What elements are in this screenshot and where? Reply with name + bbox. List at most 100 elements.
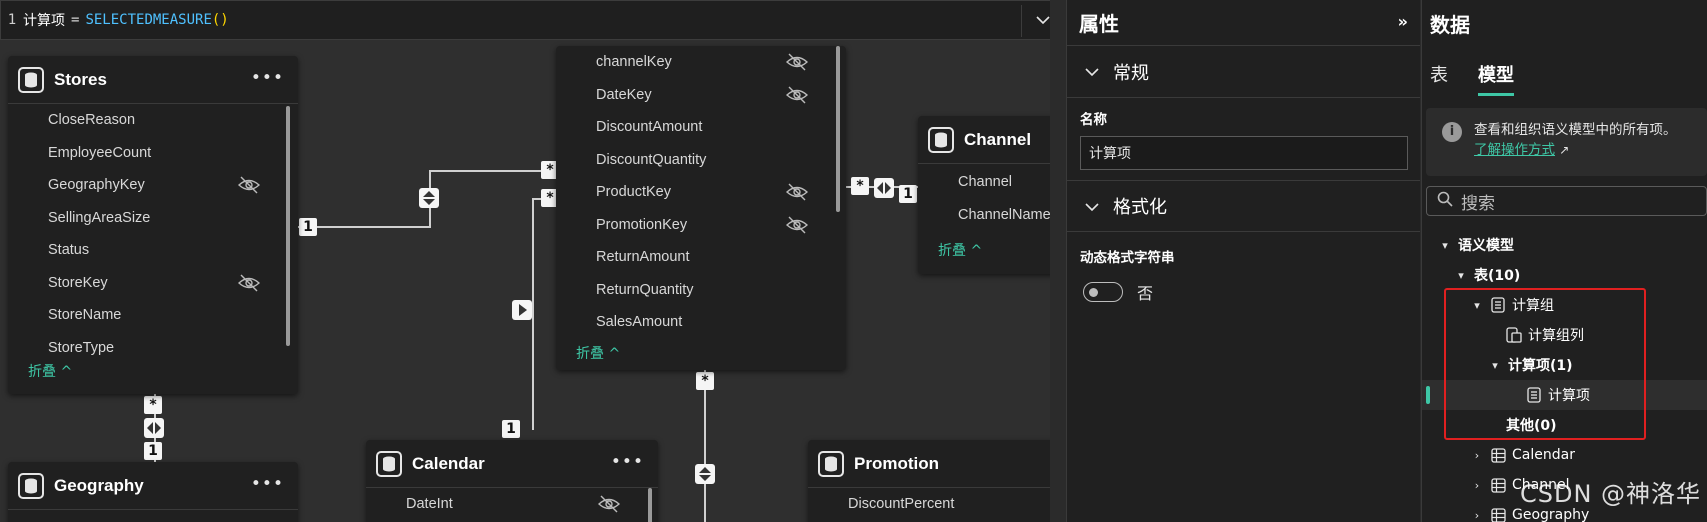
table-card-header[interactable]: Calendar •••: [366, 440, 658, 488]
field-item[interactable]: ProductKey: [556, 176, 846, 209]
field-item[interactable]: ChannelName: [918, 199, 1050, 232]
bidirectional-filter-icon[interactable]: [144, 418, 164, 438]
scrollbar[interactable]: [836, 46, 840, 212]
tab-tables[interactable]: 表: [1430, 54, 1448, 94]
chevron-down-icon: [1035, 13, 1050, 29]
search-input[interactable]: 搜索: [1426, 186, 1707, 216]
table-card-header[interactable]: Channel: [918, 116, 1050, 164]
promotion-table-card[interactable]: Promotion DiscountPercent: [808, 440, 1050, 522]
formula-operator: =: [71, 12, 80, 28]
table-card-header[interactable]: Promotion: [808, 440, 1050, 488]
more-options-icon[interactable]: •••: [251, 474, 284, 494]
field-item[interactable]: channelKey: [556, 46, 846, 79]
scrollbar[interactable]: [286, 106, 290, 346]
relationship-line[interactable]: [429, 170, 543, 172]
search-icon: [1437, 191, 1453, 212]
formula-parens: (): [211, 12, 229, 28]
general-section-header[interactable]: 常规: [1067, 46, 1420, 98]
field-item[interactable]: DiscountQuantity: [556, 144, 846, 177]
one-cardinality-badge: 1: [899, 185, 917, 203]
model-diagram-canvas[interactable]: 1 计算项 = SELECTEDMEASURE() 1 * * 1 * 1 * …: [0, 0, 1050, 522]
geography-table-card[interactable]: Geography •••: [8, 462, 298, 522]
field-item[interactable]: DateKey: [556, 79, 846, 112]
field-list: channelKey DateKey DiscountAmount Discou…: [556, 46, 846, 340]
data-pane-header: 数据: [1430, 12, 1470, 37]
field-item[interactable]: SellingAreaSize: [8, 202, 298, 235]
field-item[interactable]: ReturnAmount: [556, 241, 846, 274]
scrollbar[interactable]: [648, 488, 652, 522]
field-item[interactable]: Status: [8, 234, 298, 267]
line-number: 1: [7, 12, 17, 28]
dynamic-format-toggle[interactable]: [1083, 282, 1123, 302]
sales-table-card[interactable]: channelKey DateKey DiscountAmount Discou…: [556, 46, 846, 370]
field-item[interactable]: CloseReason: [8, 104, 298, 137]
database-table-icon: [18, 472, 44, 499]
bidirectional-filter-icon[interactable]: [695, 464, 715, 484]
one-cardinality-badge: 1: [144, 442, 162, 460]
field-item[interactable]: ReturnQuantity: [556, 274, 846, 307]
info-icon: i: [1442, 122, 1462, 142]
section-title: 格式化: [1113, 197, 1167, 218]
field-item[interactable]: DiscountPercent: [808, 488, 1050, 521]
field-item[interactable]: StoreType: [8, 332, 298, 359]
calendar-table-card[interactable]: Calendar ••• DateInt: [366, 440, 658, 522]
collapse-link[interactable]: 折叠 ^: [8, 358, 298, 384]
field-item[interactable]: GeographyKey: [8, 169, 298, 202]
tree-node-tables[interactable]: ▾ 表(10): [1422, 260, 1707, 290]
chevron-right-icon: ›: [1474, 448, 1480, 462]
name-field[interactable]: 计算项: [1080, 136, 1408, 170]
collapse-link[interactable]: 折叠 ^: [918, 237, 1050, 263]
bidirectional-filter-icon[interactable]: [874, 178, 894, 198]
bidirectional-filter-icon[interactable]: [419, 188, 439, 208]
table-title: Stores: [54, 69, 107, 89]
formula-measure-name: 计算项: [23, 13, 65, 29]
table-card-header[interactable]: Stores •••: [8, 56, 298, 104]
field-item[interactable]: StoreName: [8, 299, 298, 332]
dynamic-format-label: 动态格式字符串: [1080, 250, 1175, 266]
tree-node-calendar[interactable]: › Calendar: [1422, 440, 1707, 470]
more-options-icon[interactable]: •••: [251, 68, 284, 88]
properties-pane: 属性 » 常规 名称 计算项 格式化 动态格式字符串 否: [1066, 0, 1420, 522]
field-item[interactable]: StoreKey: [8, 267, 298, 300]
collapse-link[interactable]: 折叠 ^: [556, 340, 846, 366]
database-table-icon: [928, 126, 954, 153]
stores-table-card[interactable]: Stores ••• CloseReason EmployeeCount Geo…: [8, 56, 298, 394]
more-options-icon[interactable]: •••: [611, 452, 644, 472]
table-card-header[interactable]: Geography •••: [8, 462, 298, 510]
field-label: ProductKey: [596, 184, 671, 201]
table-title: Calendar: [412, 453, 485, 473]
table-title: Promotion: [854, 453, 939, 473]
field-item[interactable]: DiscountAmount: [556, 111, 846, 144]
field-item[interactable]: EmployeeCount: [8, 137, 298, 170]
field-list: DateInt: [366, 488, 658, 522]
info-text: 查看和组织语义模型中的所有项。: [1474, 122, 1677, 138]
collapse-pane-icon[interactable]: »: [1398, 12, 1408, 31]
tree-node-semantic-model[interactable]: ▾ 语义模型: [1422, 230, 1707, 260]
external-link-icon: ↗: [1559, 143, 1570, 157]
field-item[interactable]: DateInt: [366, 488, 658, 521]
chevron-down-icon: ▾: [1442, 238, 1448, 252]
selection-indicator: [1426, 386, 1430, 404]
dax-formula-bar[interactable]: 1 计算项 = SELECTEDMEASURE(): [0, 0, 1050, 40]
field-item[interactable]: SalesAmount: [556, 306, 846, 339]
field-label: DateInt: [406, 496, 453, 513]
relationship-line[interactable]: [532, 198, 534, 430]
learn-more-link[interactable]: 了解操作方式: [1474, 142, 1555, 158]
format-section-header[interactable]: 格式化: [1067, 180, 1420, 232]
relationship-line[interactable]: [704, 370, 706, 522]
database-table-icon: [818, 450, 844, 477]
tab-model[interactable]: 模型: [1478, 54, 1514, 96]
many-cardinality-badge: *: [851, 177, 869, 195]
toggle-knob: [1089, 288, 1098, 297]
field-item[interactable]: Channel: [918, 166, 1050, 199]
channel-table-card[interactable]: Channel Channel ChannelName 折叠 ^: [918, 116, 1050, 274]
search-placeholder: 搜索: [1461, 193, 1495, 214]
field-list: CloseReason EmployeeCount GeographyKey S…: [8, 104, 298, 358]
hidden-eye-icon: [785, 86, 809, 108]
single-direction-filter-icon[interactable]: [512, 300, 532, 320]
formula-expand-button[interactable]: [1021, 5, 1050, 37]
toggle-value: 否: [1137, 284, 1154, 303]
field-label: GeographyKey: [48, 177, 145, 194]
field-item[interactable]: PromotionKey: [556, 209, 846, 242]
field-list: Channel ChannelName: [918, 164, 1050, 231]
